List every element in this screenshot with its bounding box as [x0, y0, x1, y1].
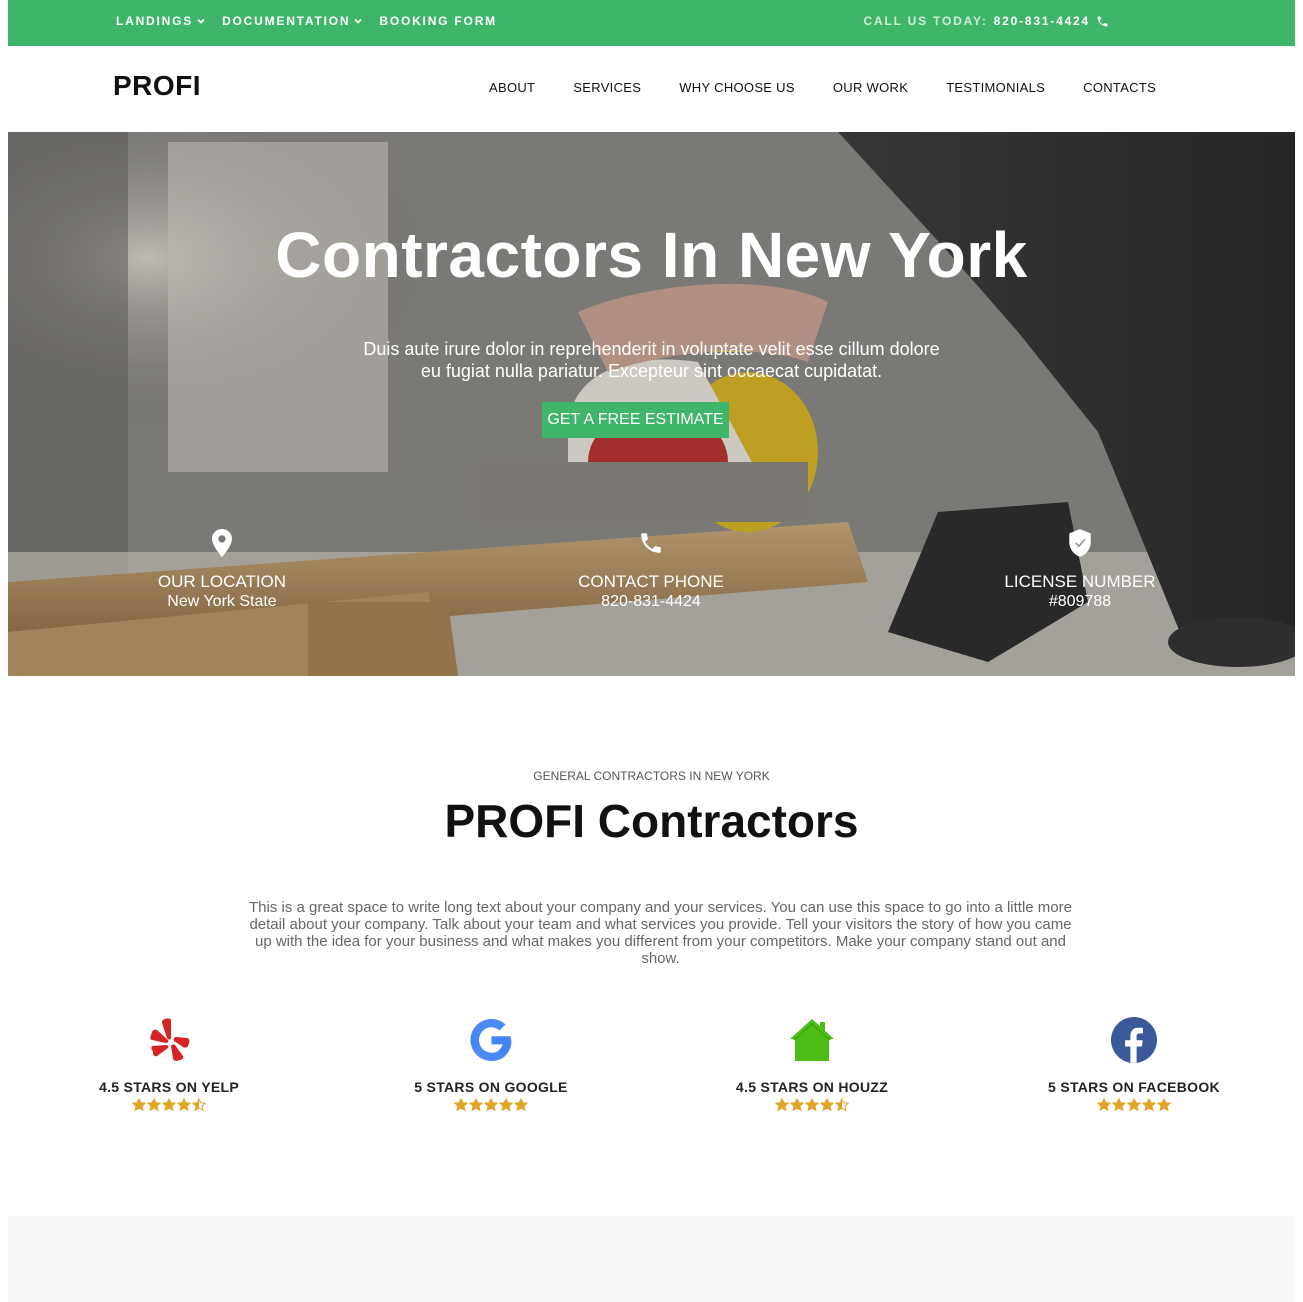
site-header: PROFI ABOUT SERVICES WHY CHOOSE US OUR W… [8, 46, 1295, 132]
rating-label: 5 STARS ON GOOGLE [414, 1079, 568, 1095]
top-menu-landings[interactable]: LANDINGS [116, 14, 206, 28]
main-nav: ABOUT SERVICES WHY CHOOSE US OUR WORK TE… [489, 80, 1194, 95]
top-menu-booking-form[interactable]: BOOKING FORM [379, 14, 497, 28]
star-full-icon [1112, 1098, 1126, 1112]
free-estimate-button[interactable]: GET A FREE ESTIMATE [542, 402, 729, 438]
info-value: #809788 [1048, 593, 1112, 610]
shield-check-icon [1069, 529, 1091, 557]
hero-subtitle: Duis aute irure dolor in reprehenderit i… [363, 339, 940, 381]
star-full-icon [790, 1098, 804, 1112]
star-half-icon [835, 1098, 849, 1112]
rating-facebook[interactable]: 5 STARS ON FACEBOOK [1014, 1015, 1254, 1112]
star-full-icon [775, 1098, 789, 1112]
rating-label: 4.5 STARS ON YELP [99, 1079, 239, 1095]
star-rating [371, 1098, 611, 1112]
rating-houzz[interactable]: 4.5 STARS ON HOUZZ [692, 1015, 932, 1112]
page: LANDINGS DOCUMENTATION BOOKING FORM CALL… [8, 0, 1295, 1302]
next-section-band [8, 1216, 1295, 1302]
star-full-icon [469, 1098, 483, 1112]
nav-contacts[interactable]: CONTACTS [1083, 80, 1156, 95]
section-title: PROFI Contractors [444, 795, 859, 847]
nav-why-choose-us[interactable]: WHY CHOOSE US [679, 80, 795, 95]
rating-google[interactable]: 5 STARS ON GOOGLE [371, 1015, 611, 1112]
nav-services[interactable]: SERVICES [573, 80, 641, 95]
star-full-icon [514, 1098, 528, 1112]
chevron-down-icon [197, 18, 205, 24]
info-value: New York State [167, 593, 277, 610]
top-menu-label: LANDINGS [116, 14, 194, 28]
nav-testimonials[interactable]: TESTIMONIALS [946, 80, 1045, 95]
chevron-down-icon [354, 18, 362, 24]
info-label: CONTACT PHONE [578, 572, 724, 591]
star-full-icon [1142, 1098, 1156, 1112]
call-label: CALL US TODAY: [863, 14, 988, 28]
top-menu-label: DOCUMENTATION [222, 14, 351, 28]
info-label: OUR LOCATION [157, 572, 287, 591]
star-full-icon [454, 1098, 468, 1112]
info-value[interactable]: 820-831-4424 [526, 592, 776, 612]
site-logo[interactable]: PROFI [113, 70, 201, 102]
star-full-icon [820, 1098, 834, 1112]
facebook-icon [1111, 1017, 1157, 1063]
info-license: LICENSE NUMBER #809788 [955, 528, 1205, 612]
top-menu: LANDINGS DOCUMENTATION BOOKING FORM [116, 0, 513, 42]
hero-title: Contractors In New York [275, 219, 1028, 291]
yelp-icon [150, 1018, 190, 1061]
call-number[interactable]: 820-831-4424 [994, 14, 1090, 28]
rating-label: 5 STARS ON FACEBOOK [1048, 1079, 1220, 1095]
google-icon [470, 1019, 512, 1061]
section-eyebrow: GENERAL CONTRACTORS IN NEW YORK [533, 769, 770, 783]
star-full-icon [1127, 1098, 1141, 1112]
info-phone: CONTACT PHONE 820-831-4424 [526, 528, 776, 612]
phone-icon [641, 533, 661, 553]
star-full-icon [147, 1098, 161, 1112]
location-pin-icon [212, 529, 232, 557]
info-label: LICENSE NUMBER [1004, 572, 1156, 591]
star-full-icon [1097, 1098, 1111, 1112]
info-location: OUR LOCATION New York State [97, 528, 347, 612]
star-full-icon [484, 1098, 498, 1112]
star-rating [692, 1098, 932, 1112]
nav-about[interactable]: ABOUT [489, 80, 535, 95]
star-full-icon [805, 1098, 819, 1112]
hero-section: Contractors In New York Duis aute irure … [8, 132, 1295, 676]
section-text: This is a great space to write long text… [249, 899, 1072, 967]
call-us: CALL US TODAY: 820-831-4424 [864, 0, 1109, 42]
star-half-icon [192, 1098, 206, 1112]
star-full-icon [177, 1098, 191, 1112]
star-rating [1014, 1098, 1254, 1112]
rating-label: 4.5 STARS ON HOUZZ [735, 1079, 889, 1095]
star-full-icon [1157, 1098, 1171, 1112]
top-menu-documentation[interactable]: DOCUMENTATION [222, 14, 363, 28]
top-menu-label: BOOKING FORM [379, 14, 497, 28]
star-rating [49, 1098, 289, 1112]
star-full-icon [162, 1098, 176, 1112]
top-bar: LANDINGS DOCUMENTATION BOOKING FORM CALL… [8, 0, 1295, 46]
star-full-icon [499, 1098, 513, 1112]
rating-yelp[interactable]: 4.5 STARS ON YELP [49, 1015, 289, 1112]
houzz-icon [790, 1019, 834, 1061]
nav-our-work[interactable]: OUR WORK [833, 80, 908, 95]
star-full-icon [132, 1098, 146, 1112]
phone-icon [1097, 16, 1108, 26]
